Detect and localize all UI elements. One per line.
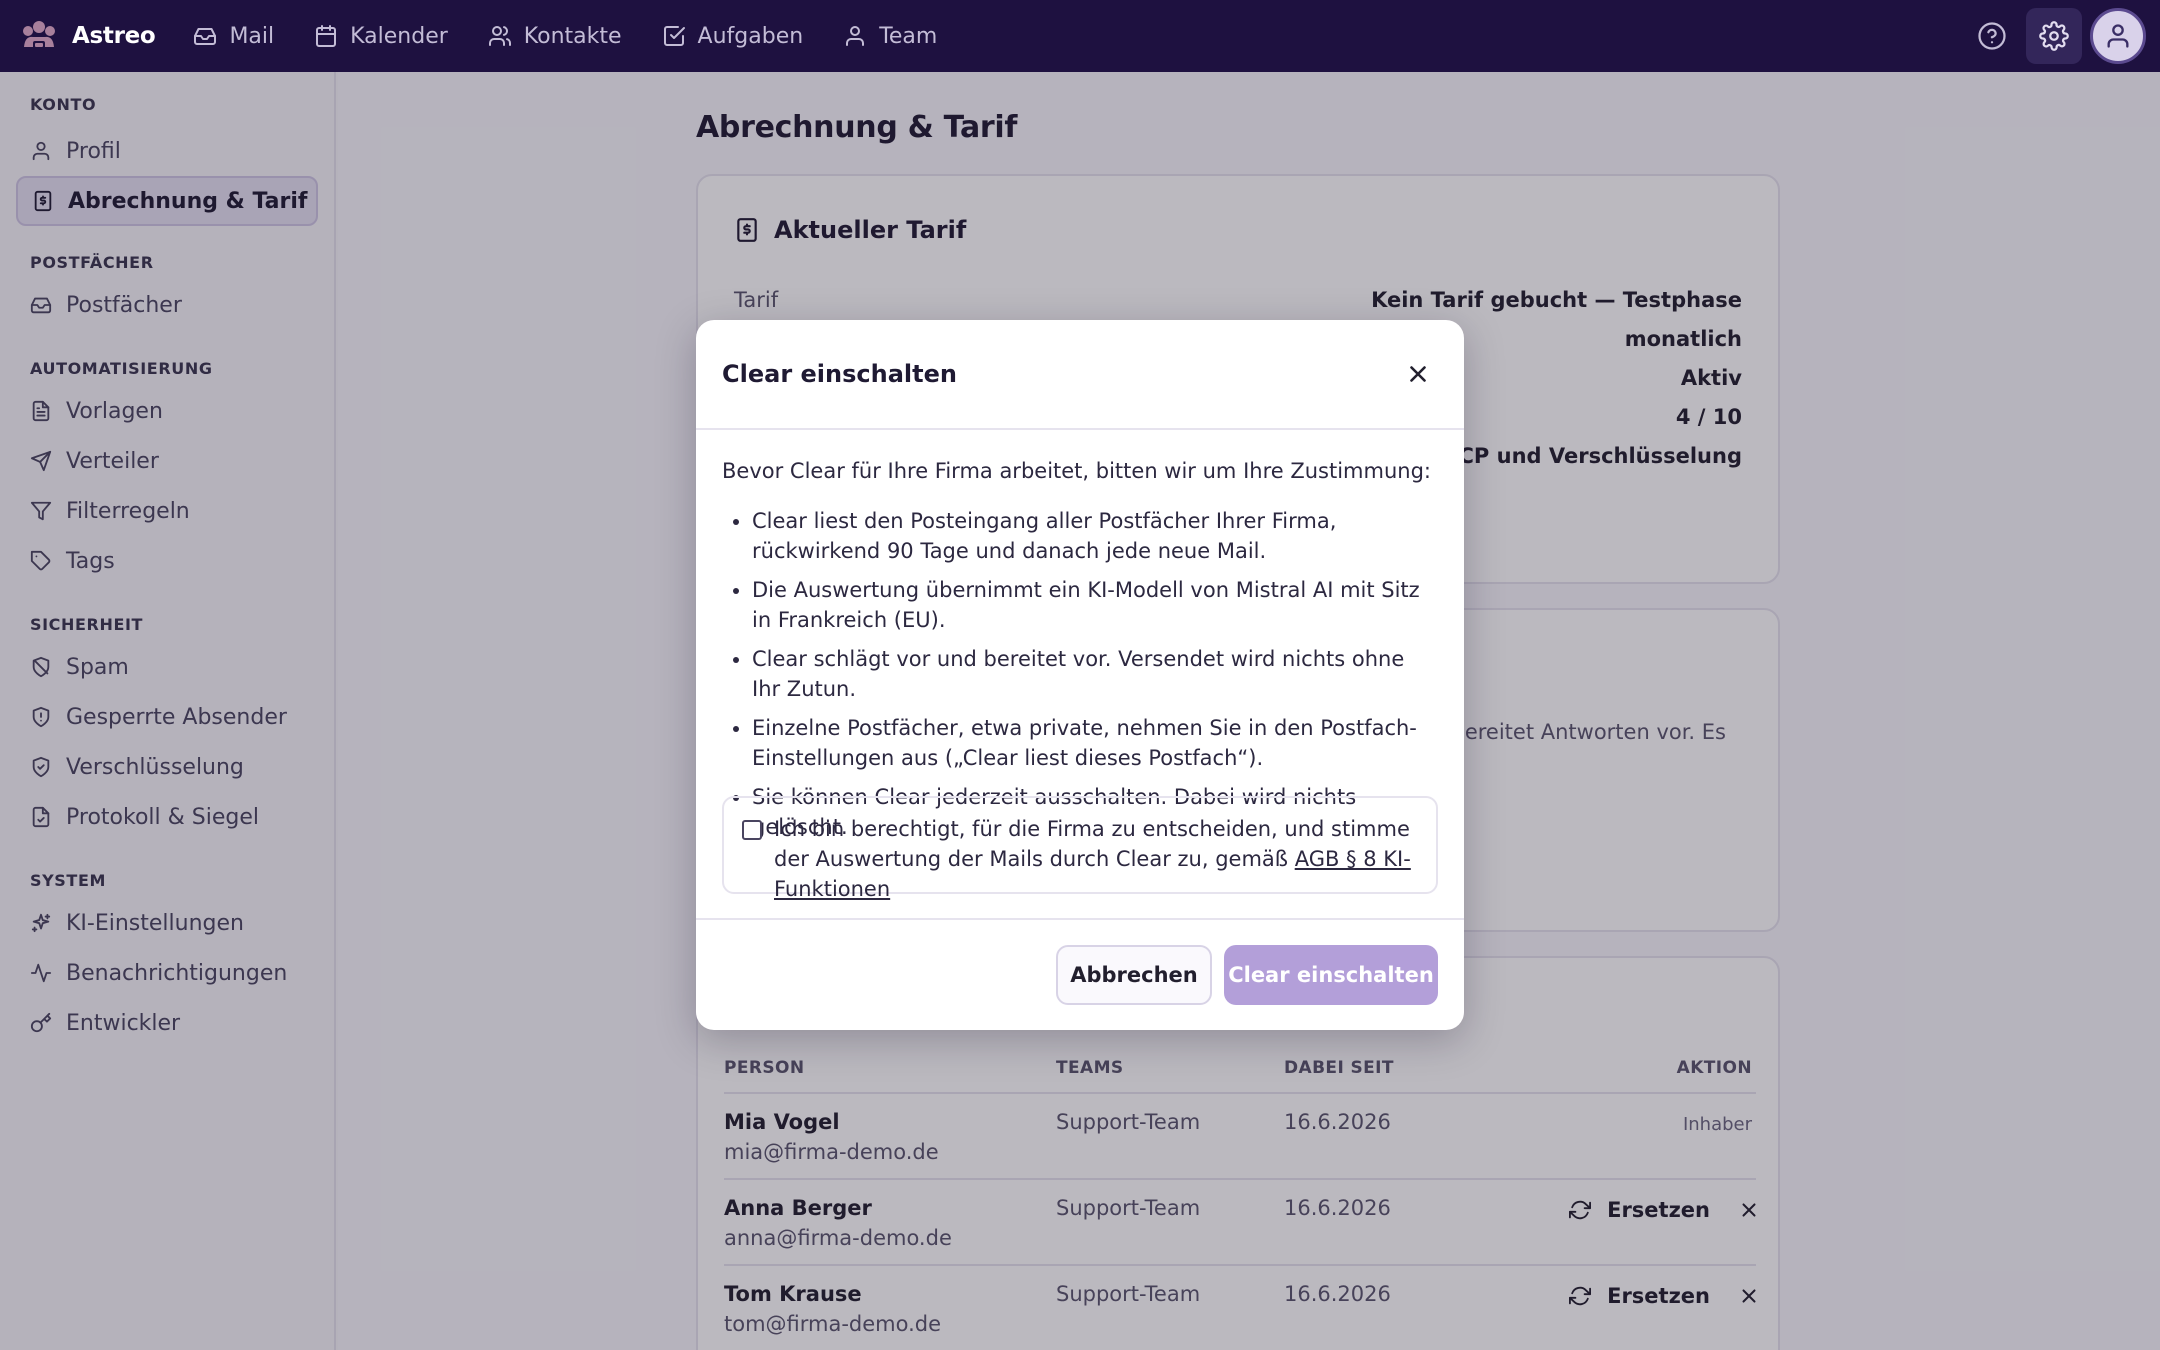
nav-label: Aufgaben	[697, 23, 804, 49]
app-name: Astreo	[72, 23, 156, 49]
main-nav: Mail Kalender Kontakte Aufgaben Team	[173, 0, 957, 72]
dialog-intro: Bevor Clear für Ihre Firma arbeitet, bit…	[722, 459, 1431, 483]
astreo-logo-icon	[20, 17, 58, 55]
nav-item-kalender[interactable]: Kalender	[294, 0, 468, 72]
inbox-icon	[194, 28, 217, 45]
list-item: Clear schlägt vor und bereitet vor. Vers…	[752, 644, 1438, 704]
user-icon	[846, 26, 865, 46]
gear-icon	[2039, 21, 2069, 51]
dialog-title: Clear einschalten	[722, 360, 957, 388]
consent-box: Ich bin berechtigt, für die Firma zu ent…	[722, 796, 1438, 901]
clear-consent-dialog: Clear einschalten Bevor Clear für Ihre F…	[696, 320, 1464, 1030]
nav-label: Team	[879, 23, 938, 49]
brand[interactable]: Astreo	[20, 17, 156, 55]
help-button[interactable]	[1964, 8, 2020, 64]
consent-points: Clear liest den Posteingang aller Postfä…	[722, 506, 1438, 842]
nav-label: Mail	[229, 23, 275, 49]
calendar-icon	[316, 25, 337, 47]
nav-label: Kalender	[350, 23, 448, 49]
avatar[interactable]	[2090, 8, 2146, 64]
dialog-divider	[696, 428, 1464, 430]
close-button[interactable]	[1398, 354, 1438, 394]
nav-item-team[interactable]: Team	[823, 0, 957, 72]
dialog-divider	[696, 918, 1464, 920]
checkbox-icon	[663, 26, 685, 46]
dialog-body: Bevor Clear für Ihre Firma arbeitet, bit…	[722, 456, 1438, 851]
top-actions	[1958, 0, 2146, 72]
consent-label[interactable]: Ich bin berechtigt, für die Firma zu ent…	[774, 814, 1424, 904]
close-icon	[1410, 366, 1426, 382]
list-item: Clear liest den Posteingang aller Postfä…	[752, 506, 1438, 566]
settings-button[interactable]	[2026, 8, 2082, 64]
top-navigation-bar: Astreo Mail Kalender Kontakte Aufgaben T…	[0, 0, 2160, 72]
nav-item-kontakte[interactable]: Kontakte	[468, 0, 642, 72]
contacts-icon	[488, 26, 511, 46]
cancel-button[interactable]: Abbrechen	[1056, 945, 1212, 1005]
consent-checkbox[interactable]	[742, 820, 762, 840]
nav-label: Kontakte	[523, 23, 622, 49]
nav-item-aufgaben[interactable]: Aufgaben	[642, 0, 824, 72]
list-item: Einzelne Postfächer, etwa private, nehme…	[752, 713, 1438, 773]
help-icon	[1978, 22, 2006, 50]
list-item: Die Auswertung übernimmt ein KI-Modell v…	[752, 575, 1438, 635]
enable-clear-button[interactable]: Clear einschalten	[1224, 945, 1438, 1005]
nav-item-mail[interactable]: Mail	[173, 0, 294, 72]
user-icon	[2107, 24, 2129, 48]
